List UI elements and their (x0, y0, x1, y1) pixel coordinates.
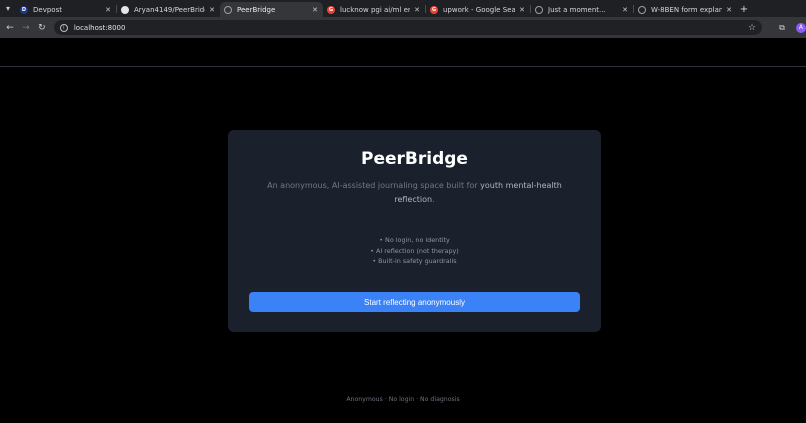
tab-title: upwork - Google Search (443, 5, 515, 14)
tab-search-icon[interactable]: ▾ (0, 0, 16, 17)
tab-strip: ▾ D Devpost ✕ Aryan4149/PeerBridge ✕ Pee… (0, 0, 806, 17)
reload-icon[interactable]: ↻ (34, 20, 50, 36)
close-icon[interactable]: ✕ (311, 6, 319, 14)
globe-icon (638, 5, 646, 14)
close-icon[interactable]: ✕ (621, 6, 629, 14)
devpost-favicon-icon: D (20, 5, 28, 14)
tab-title: Just a moment... (548, 5, 606, 14)
feature-item: • Built-in safety guardrails (372, 257, 457, 265)
app-description: An anonymous, AI-assisted journaling spa… (264, 179, 565, 207)
page-viewport: PeerBridge An anonymous, AI-assisted jou… (0, 38, 806, 423)
github-icon (121, 5, 129, 14)
address-bar[interactable]: i localhost:8000 ☆ (53, 20, 763, 35)
tab-title: Devpost (33, 5, 62, 14)
feature-list: • No login, no identity • AI reflection … (228, 235, 601, 267)
globe-icon (224, 5, 232, 14)
forward-arrow-icon[interactable]: → (18, 20, 34, 36)
tab-title: W-8BEN form explanati (651, 5, 722, 14)
tab-w8ben[interactable]: W-8BEN form explanati ✕ (634, 2, 737, 17)
close-icon[interactable]: ✕ (518, 6, 526, 14)
tab-title: Aryan4149/PeerBridge (134, 5, 205, 14)
tab-title: lucknow pgi ai/ml engi (340, 5, 410, 14)
globe-icon (535, 5, 543, 14)
tab-google-upwork[interactable]: G upwork - Google Search ✕ (426, 2, 530, 17)
browser-toolbar: ← → ↻ i localhost:8000 ☆ ⧉ A (0, 17, 806, 38)
extensions-icon[interactable]: ⧉ (774, 20, 790, 36)
page-header (0, 38, 806, 67)
tab-just-a-moment[interactable]: Just a moment... ✕ (531, 2, 633, 17)
footer-text: Anonymous · No login · No diagnosis (346, 396, 460, 403)
close-icon[interactable]: ✕ (208, 6, 216, 14)
url-text: localhost:8000 (73, 23, 126, 32)
bookmark-star-icon[interactable]: ☆ (748, 23, 756, 33)
google-icon: G (327, 5, 335, 14)
page-title: PeerBridge (361, 149, 468, 169)
google-icon: G (430, 5, 438, 14)
feature-item: • No login, no identity (379, 236, 450, 244)
feature-item: • AI reflection (not therapy) (370, 246, 459, 255)
description-lead: An anonymous, AI-assisted journaling spa… (267, 181, 481, 190)
profile-avatar[interactable]: A (796, 22, 806, 33)
close-icon[interactable]: ✕ (104, 6, 112, 14)
new-tab-button[interactable]: + (737, 2, 751, 17)
tab-github[interactable]: Aryan4149/PeerBridge ✕ (117, 2, 220, 17)
start-reflecting-button[interactable]: Start reflecting anonymously (249, 292, 580, 312)
close-icon[interactable]: ✕ (413, 6, 421, 14)
description-end: . (432, 195, 435, 204)
tab-google-lucknow[interactable]: G lucknow pgi ai/ml engi ✕ (323, 2, 425, 17)
close-icon[interactable]: ✕ (725, 6, 733, 14)
site-info-icon[interactable]: i (59, 23, 68, 32)
back-arrow-icon[interactable]: ← (2, 20, 18, 36)
tab-peerbridge[interactable]: PeerBridge ✕ (220, 2, 323, 17)
welcome-card: PeerBridge An anonymous, AI-assisted jou… (228, 130, 601, 332)
tab-title: PeerBridge (237, 5, 276, 14)
tab-devpost[interactable]: D Devpost ✕ (16, 2, 116, 17)
